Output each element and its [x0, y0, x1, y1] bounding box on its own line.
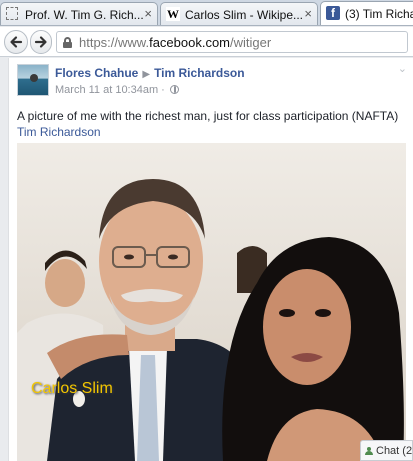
- url-scheme: https://www.: [79, 35, 150, 50]
- wikipedia-icon: W: [166, 6, 180, 21]
- tab-title: Carlos Slim - Wikipe...: [185, 8, 304, 22]
- post-header: Flores Chahue ▶ Tim Richardson: [55, 66, 245, 80]
- tab-facebook-tim-richardson[interactable]: f (3) Tim Richa: [320, 1, 413, 25]
- navigation-bar: https://www.facebook.com/witiger: [0, 27, 413, 57]
- tab-title: (3) Tim Richa: [345, 7, 413, 21]
- facebook-post: Flores Chahue ▶ Tim Richardson March 11 at…: [8, 58, 413, 461]
- post-timestamp: March 11 at 10:34am ·: [55, 84, 179, 96]
- globe-privacy-icon[interactable]: [169, 85, 179, 94]
- post-caption: A picture of me with the richest man, ju…: [17, 108, 402, 140]
- recipient-name-link[interactable]: Tim Richardson: [154, 66, 244, 80]
- forward-arrow-icon: [34, 36, 47, 48]
- lock-icon: [63, 37, 72, 48]
- author-name-link[interactable]: Flores Chahue: [55, 66, 138, 80]
- photo-label-carlos-slim: Carlos Slim: [31, 380, 113, 397]
- url-text: https://www.facebook.com/witiger: [79, 35, 271, 50]
- browser-tab-strip: Prof. W. Tim G. Rich... × W Carlos Slim …: [0, 0, 413, 26]
- post-options-chevron-icon[interactable]: ⌄: [398, 62, 407, 75]
- address-bar[interactable]: https://www.facebook.com/witiger: [56, 31, 408, 53]
- arrow-right-icon: ▶: [142, 69, 151, 80]
- blank-page-icon: [6, 7, 18, 20]
- post-photo[interactable]: Carlos Slim: [17, 143, 406, 461]
- back-button[interactable]: [4, 30, 28, 54]
- tagged-user-link[interactable]: Tim Richardson: [17, 125, 101, 139]
- forward-button[interactable]: [30, 30, 52, 54]
- chat-friend-icon: [365, 447, 373, 455]
- page-content: Flores Chahue ▶ Tim Richardson March 11 at…: [0, 58, 413, 461]
- photo-illustration: [17, 143, 406, 461]
- facebook-icon: f: [326, 6, 340, 20]
- tab-close-icon[interactable]: ×: [304, 6, 312, 21]
- tab-carlos-slim-wikipedia[interactable]: W Carlos Slim - Wikipe... ×: [160, 2, 318, 25]
- tab-close-icon[interactable]: ×: [144, 6, 152, 21]
- url-host: facebook.com: [149, 35, 231, 50]
- caption-text: A picture of me with the richest man, ju…: [17, 109, 399, 123]
- tab-prof-tim-richardson[interactable]: Prof. W. Tim G. Rich... ×: [0, 2, 158, 25]
- back-arrow-icon: [10, 36, 23, 48]
- chat-button[interactable]: Chat (2: [360, 440, 413, 461]
- url-path: /witiger: [230, 35, 272, 50]
- tab-title: Prof. W. Tim G. Rich...: [25, 8, 144, 22]
- chat-label: Chat (2: [376, 445, 413, 457]
- timestamp-link[interactable]: March 11 at 10:34am ·: [55, 84, 168, 96]
- author-avatar[interactable]: [17, 64, 49, 96]
